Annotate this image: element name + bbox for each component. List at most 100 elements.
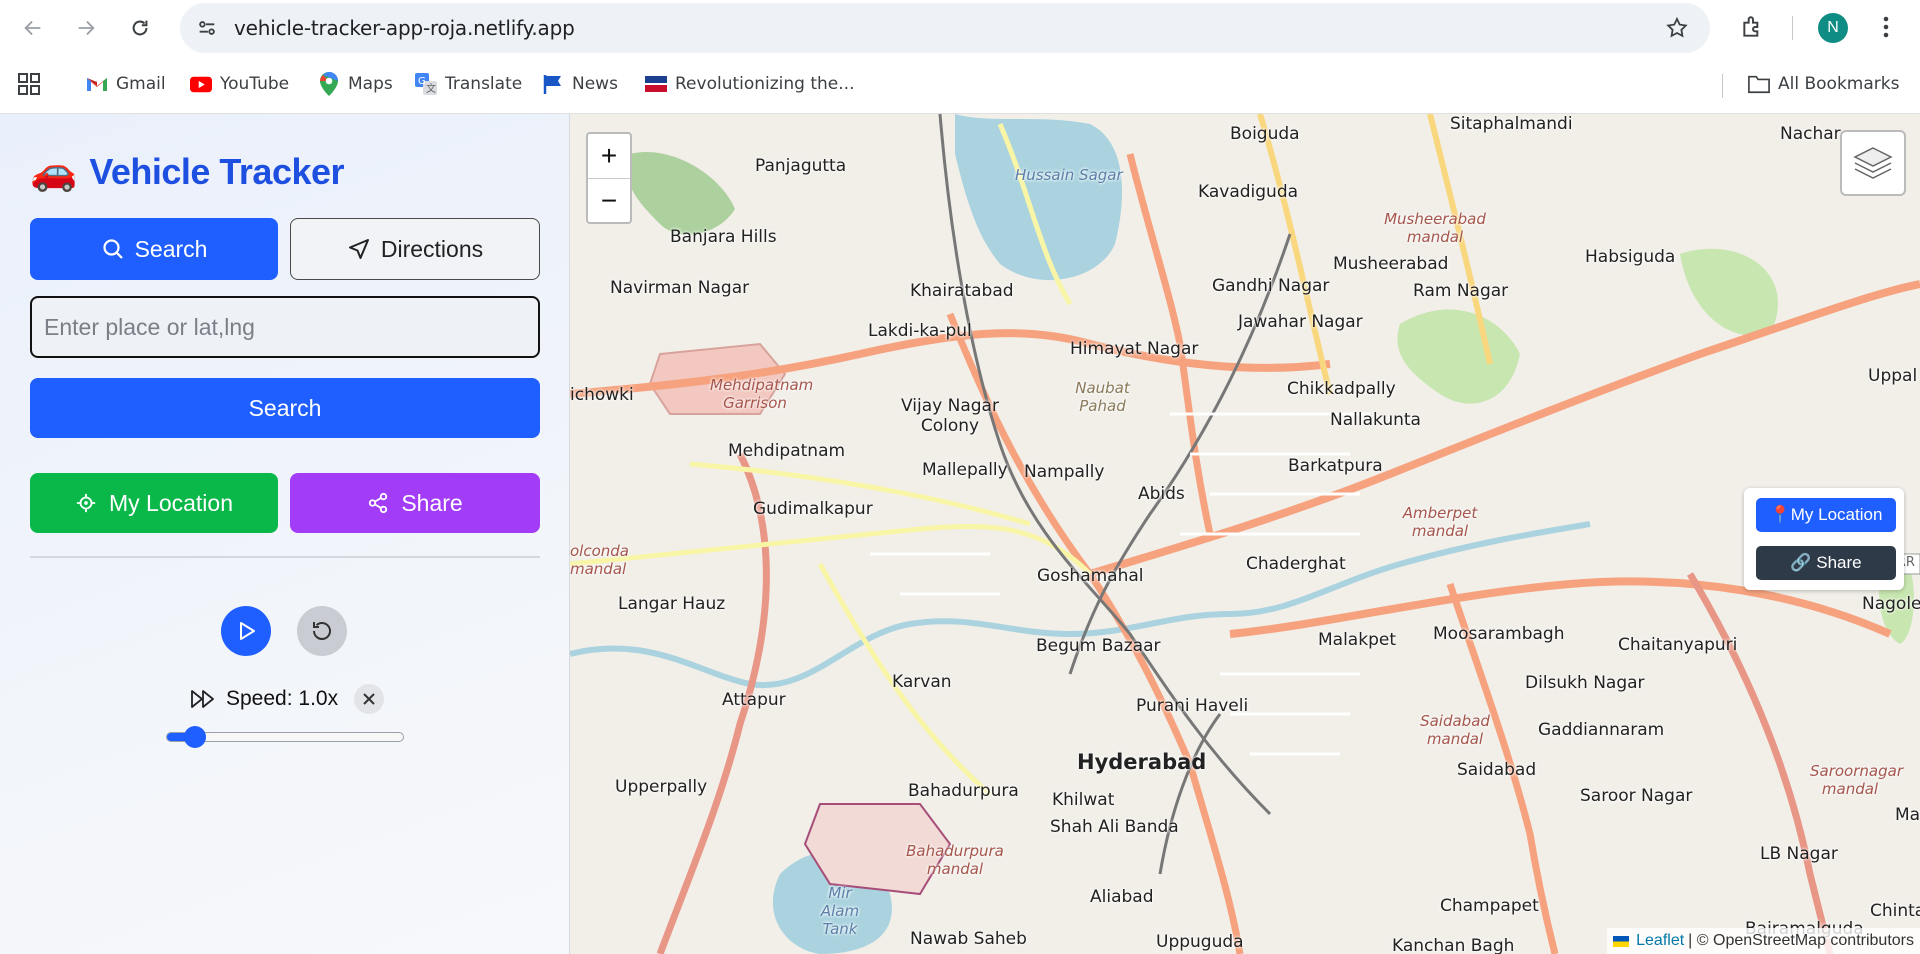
map-label: Aliabad	[1090, 887, 1154, 907]
map-attribution: Leaflet | © OpenStreetMap contributors	[1607, 928, 1920, 954]
car-icon: 🚗	[30, 151, 78, 193]
bookmark-star-icon[interactable]	[1664, 15, 1690, 41]
bookmark-label: Gmail	[116, 74, 166, 94]
share-label: Share	[401, 489, 463, 516]
apps-grid-icon[interactable]	[18, 70, 40, 98]
reset-button[interactable]	[297, 606, 347, 656]
map-label: Bahadurpura mandal	[906, 842, 1004, 878]
map-label: Goshamahal	[1037, 566, 1144, 586]
map-share-button[interactable]: 🔗 Share	[1756, 546, 1896, 580]
map-label: Malakpet	[1318, 630, 1396, 650]
bookmark-news[interactable]: News	[542, 70, 618, 98]
map-label: Chaitanyapuri	[1618, 635, 1738, 655]
play-button[interactable]	[221, 606, 271, 656]
zoom-out-button[interactable]: −	[588, 178, 630, 222]
tab-directions[interactable]: Directions	[290, 218, 540, 280]
map-label: Mehdipatnam Garrison	[710, 376, 814, 412]
map-label: Nampally	[1024, 462, 1105, 482]
app-title: 🚗 Vehicle Tracker	[30, 150, 345, 194]
zoom-control: + −	[586, 132, 632, 224]
all-bookmarks[interactable]: All Bookmarks	[1748, 70, 1899, 98]
map-label: Nachar	[1780, 124, 1841, 144]
map-label: Khilwat	[1052, 790, 1115, 810]
gmail-icon	[86, 73, 108, 95]
map-label: Habsiguda	[1585, 247, 1676, 267]
map-my-location-button[interactable]: 📍My Location	[1756, 498, 1896, 532]
tab-search-label: Search	[134, 235, 208, 262]
map-label: Ram Nagar	[1413, 281, 1509, 301]
map-label: Chaderghat	[1246, 554, 1346, 574]
map-label: Saidabad	[1457, 760, 1537, 780]
map-label: Hyderabad	[1077, 750, 1207, 774]
map-label: Mehdipatnam	[728, 441, 846, 461]
map-label: Khairatabad	[910, 281, 1014, 301]
map-label: Mans	[1895, 805, 1920, 825]
map-label: Dilsukh Nagar	[1525, 673, 1645, 693]
maps-icon	[318, 72, 340, 96]
browser-chrome: vehicle-tracker-app-roja.netlify.app N G…	[0, 0, 1920, 114]
map-label: Mir Alam Tank	[820, 884, 860, 938]
navigation-arrow-icon	[348, 239, 369, 259]
search-button[interactable]: Search	[30, 378, 540, 438]
map-label: Bahadurpura	[908, 781, 1019, 801]
forward-button[interactable]	[68, 10, 104, 46]
site-icon	[645, 73, 667, 95]
place-search-input[interactable]	[30, 296, 540, 358]
bookmark-translate[interactable]: G文 Translate	[415, 70, 522, 98]
map-label: Mallepally	[922, 460, 1008, 480]
crosshair-icon	[76, 493, 96, 513]
map-label: Nawab Saheb	[910, 929, 1027, 949]
bookmark-label: Revolutionizing the...	[675, 74, 855, 94]
bookmark-youtube[interactable]: YouTube	[190, 70, 289, 98]
map-label: Nagole	[1862, 594, 1920, 614]
map-label: Boiguda	[1230, 124, 1300, 144]
news-icon	[542, 73, 564, 95]
map-label: Attapur	[722, 690, 786, 710]
map-label: Upperpally	[615, 777, 708, 797]
reset-icon	[313, 622, 331, 640]
map-label: Jawahar Nagar	[1238, 312, 1363, 332]
svg-text:G: G	[418, 76, 426, 87]
layers-control[interactable]	[1840, 130, 1906, 196]
bookmark-gmail[interactable]: Gmail	[86, 70, 166, 98]
share-button[interactable]: Share	[290, 473, 540, 533]
share-icon	[369, 492, 388, 514]
reload-button[interactable]	[122, 10, 158, 46]
zoom-in-button[interactable]: +	[588, 134, 630, 178]
map-label: Uppal	[1868, 366, 1918, 386]
speed-slider[interactable]	[166, 726, 404, 748]
map-label: Saroor Nagar	[1580, 786, 1693, 806]
my-location-button[interactable]: My Location	[30, 473, 278, 533]
leaflet-link[interactable]: Leaflet	[1636, 932, 1684, 950]
map-view[interactable]: Sitaphalmandi Nachar Boiguda Panjagutta …	[570, 114, 1920, 954]
extensions-icon[interactable]	[1738, 12, 1768, 42]
bookmark-revolutionizing[interactable]: Revolutionizing the...	[645, 70, 854, 98]
map-label: Moosarambagh	[1433, 624, 1565, 644]
profile-avatar[interactable]: N	[1818, 13, 1848, 43]
folder-icon	[1748, 73, 1770, 95]
bookmarks-divider	[1722, 74, 1723, 98]
site-info-icon[interactable]	[194, 15, 220, 41]
map-label: Panjagutta	[755, 156, 847, 176]
url-text: vehicle-tracker-app-roja.netlify.app	[234, 16, 575, 40]
map-label: Karvan	[892, 672, 952, 692]
back-button[interactable]	[15, 10, 51, 46]
map-label: Kanchan Bagh	[1392, 936, 1515, 954]
all-bookmarks-label: All Bookmarks	[1778, 74, 1900, 94]
translate-icon: G文	[415, 73, 437, 95]
reload-icon	[132, 20, 148, 36]
map-label: Shah Ali Banda	[1050, 817, 1179, 837]
address-bar[interactable]: vehicle-tracker-app-roja.netlify.app	[180, 3, 1710, 53]
section-divider	[30, 556, 540, 558]
close-speed-button[interactable]	[354, 684, 385, 714]
map-label: Gudimalkapur	[753, 499, 873, 519]
tab-search[interactable]: Search	[30, 218, 278, 280]
map-label: Musheerabad mandal	[1384, 210, 1486, 246]
map-label: Navirman Nagar	[610, 278, 750, 298]
arrow-left-icon	[24, 20, 41, 36]
bookmark-maps[interactable]: Maps	[318, 70, 393, 98]
bookmark-label: YouTube	[220, 74, 290, 94]
map-label: Langar Hauz	[618, 594, 726, 614]
kebab-menu-icon[interactable]	[1876, 12, 1896, 42]
speed-slider-thumb[interactable]	[184, 726, 207, 748]
